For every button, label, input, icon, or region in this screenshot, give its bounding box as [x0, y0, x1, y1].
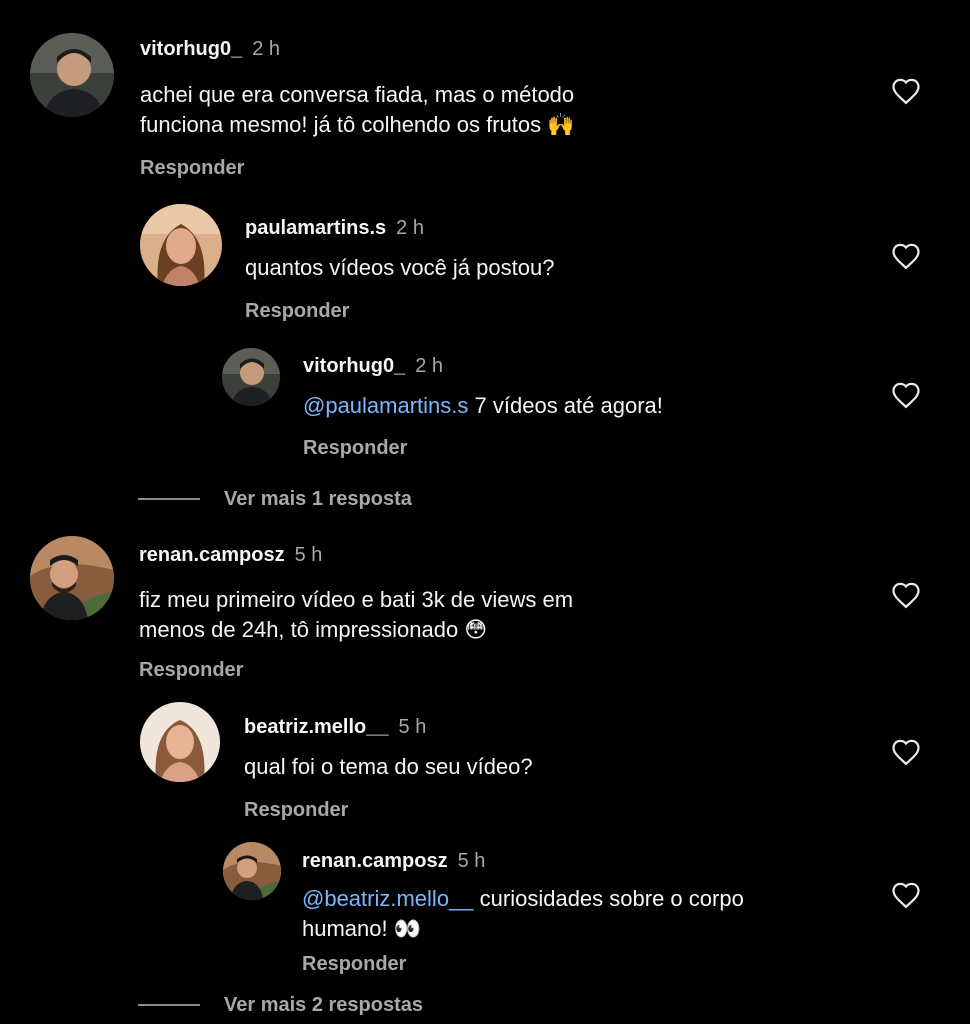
avatar[interactable] — [140, 204, 222, 286]
comment-text-line: @paulamartins.s 7 vídeos até agora! — [303, 391, 863, 421]
divider-line — [138, 1004, 200, 1006]
reply-button[interactable]: Responder — [139, 658, 243, 682]
avatar-photo-icon — [30, 536, 114, 620]
comment-text-line: achei que era conversa fiada, mas o méto… — [140, 82, 575, 107]
timestamp: 5 h — [398, 716, 427, 738]
view-more-replies-button[interactable]: Ver mais 1 resposta — [138, 487, 458, 511]
comment-text-part: menos de 24h, tô impressionado — [139, 617, 459, 642]
timestamp: 2 h — [396, 217, 424, 239]
comment-text: qual foi o tema do seu vídeo? — [244, 752, 804, 782]
username[interactable]: vitorhug0_ — [140, 38, 242, 60]
comment-text-line: fiz meu primeiro vídeo e bati 3k de view… — [139, 587, 574, 612]
flushed-face-emoji: 😳 — [464, 617, 488, 642]
view-more-label[interactable]: Ver mais 1 resposta — [224, 487, 412, 511]
timestamp: 5 h — [457, 850, 486, 872]
comment-text: achei que era conversa fiada, mas o méto… — [140, 80, 700, 140]
comment-text-part: funciona mesmo! já tô colhendo os frutos — [140, 112, 542, 137]
avatar[interactable] — [30, 536, 114, 620]
username[interactable]: renan.camposz — [139, 544, 285, 566]
heart-icon[interactable] — [891, 738, 921, 766]
comments-screen: vitorhug0_ 2 h achei que era conversa fia… — [0, 0, 970, 1024]
timestamp: 2 h — [415, 355, 444, 377]
mention-link[interactable]: @beatriz.mello__ — [302, 886, 474, 911]
divider-line — [138, 498, 200, 500]
comment-text-line: @beatriz.mello__ curiosidades sobre o co… — [302, 884, 862, 914]
view-more-label[interactable]: Ver mais 2 respostas — [224, 993, 423, 1017]
username[interactable]: vitorhug0_ — [303, 355, 405, 377]
comment-text: @paulamartins.s 7 vídeos até agora! — [303, 391, 863, 421]
comment-text: @beatriz.mello__ curiosidades sobre o co… — [302, 884, 862, 944]
heart-icon[interactable] — [891, 77, 921, 105]
reply-button[interactable]: Responder — [244, 798, 348, 822]
comment-text: quantos vídeos você já postou? — [245, 253, 805, 283]
heart-icon[interactable] — [891, 381, 921, 409]
username[interactable]: paulamartins.s — [245, 217, 386, 239]
comment-text-line: quantos vídeos você já postou? — [245, 255, 555, 280]
heart-icon[interactable] — [891, 242, 921, 270]
comment-text-part: curiosidades sobre o corpo — [479, 886, 744, 911]
avatar-photo-icon — [140, 702, 220, 782]
heart-icon[interactable] — [891, 881, 921, 909]
avatar[interactable] — [140, 702, 220, 782]
username[interactable]: renan.camposz — [302, 850, 448, 872]
comment-text-part: 7 vídeos até agora! — [474, 393, 663, 418]
avatar[interactable] — [222, 348, 280, 406]
avatar-photo-icon — [222, 348, 280, 406]
comment-text-line: humano! 👀 — [302, 914, 862, 944]
timestamp: 2 h — [252, 38, 281, 60]
raising-hands-emoji: 🙌 — [547, 112, 575, 137]
comment-text-line: qual foi o tema do seu vídeo? — [244, 754, 533, 779]
eyes-emoji: 👀 — [393, 916, 422, 941]
mention-link[interactable]: @paulamartins.s — [303, 393, 468, 418]
reply-button[interactable]: Responder — [303, 436, 407, 460]
username[interactable]: beatriz.mello__ — [244, 716, 389, 738]
timestamp: 5 h — [294, 544, 323, 566]
comment-text-line: menos de 24h, tô impressionado 😳 — [139, 615, 699, 645]
reply-button[interactable]: Responder — [245, 299, 349, 323]
avatar[interactable] — [30, 33, 114, 117]
heart-icon[interactable] — [891, 581, 921, 609]
reply-button[interactable]: Responder — [140, 156, 244, 180]
avatar[interactable] — [223, 842, 281, 900]
comment-text-line: funciona mesmo! já tô colhendo os frutos… — [140, 110, 700, 140]
comment-text: fiz meu primeiro vídeo e bati 3k de view… — [139, 585, 699, 645]
reply-button[interactable]: Responder — [302, 952, 406, 976]
avatar-photo-icon — [223, 842, 281, 900]
avatar-photo-icon — [140, 204, 222, 286]
view-more-replies-button[interactable]: Ver mais 2 respostas — [138, 993, 458, 1017]
comment-text-part: humano! — [302, 916, 388, 941]
avatar-photo-icon — [30, 33, 114, 117]
